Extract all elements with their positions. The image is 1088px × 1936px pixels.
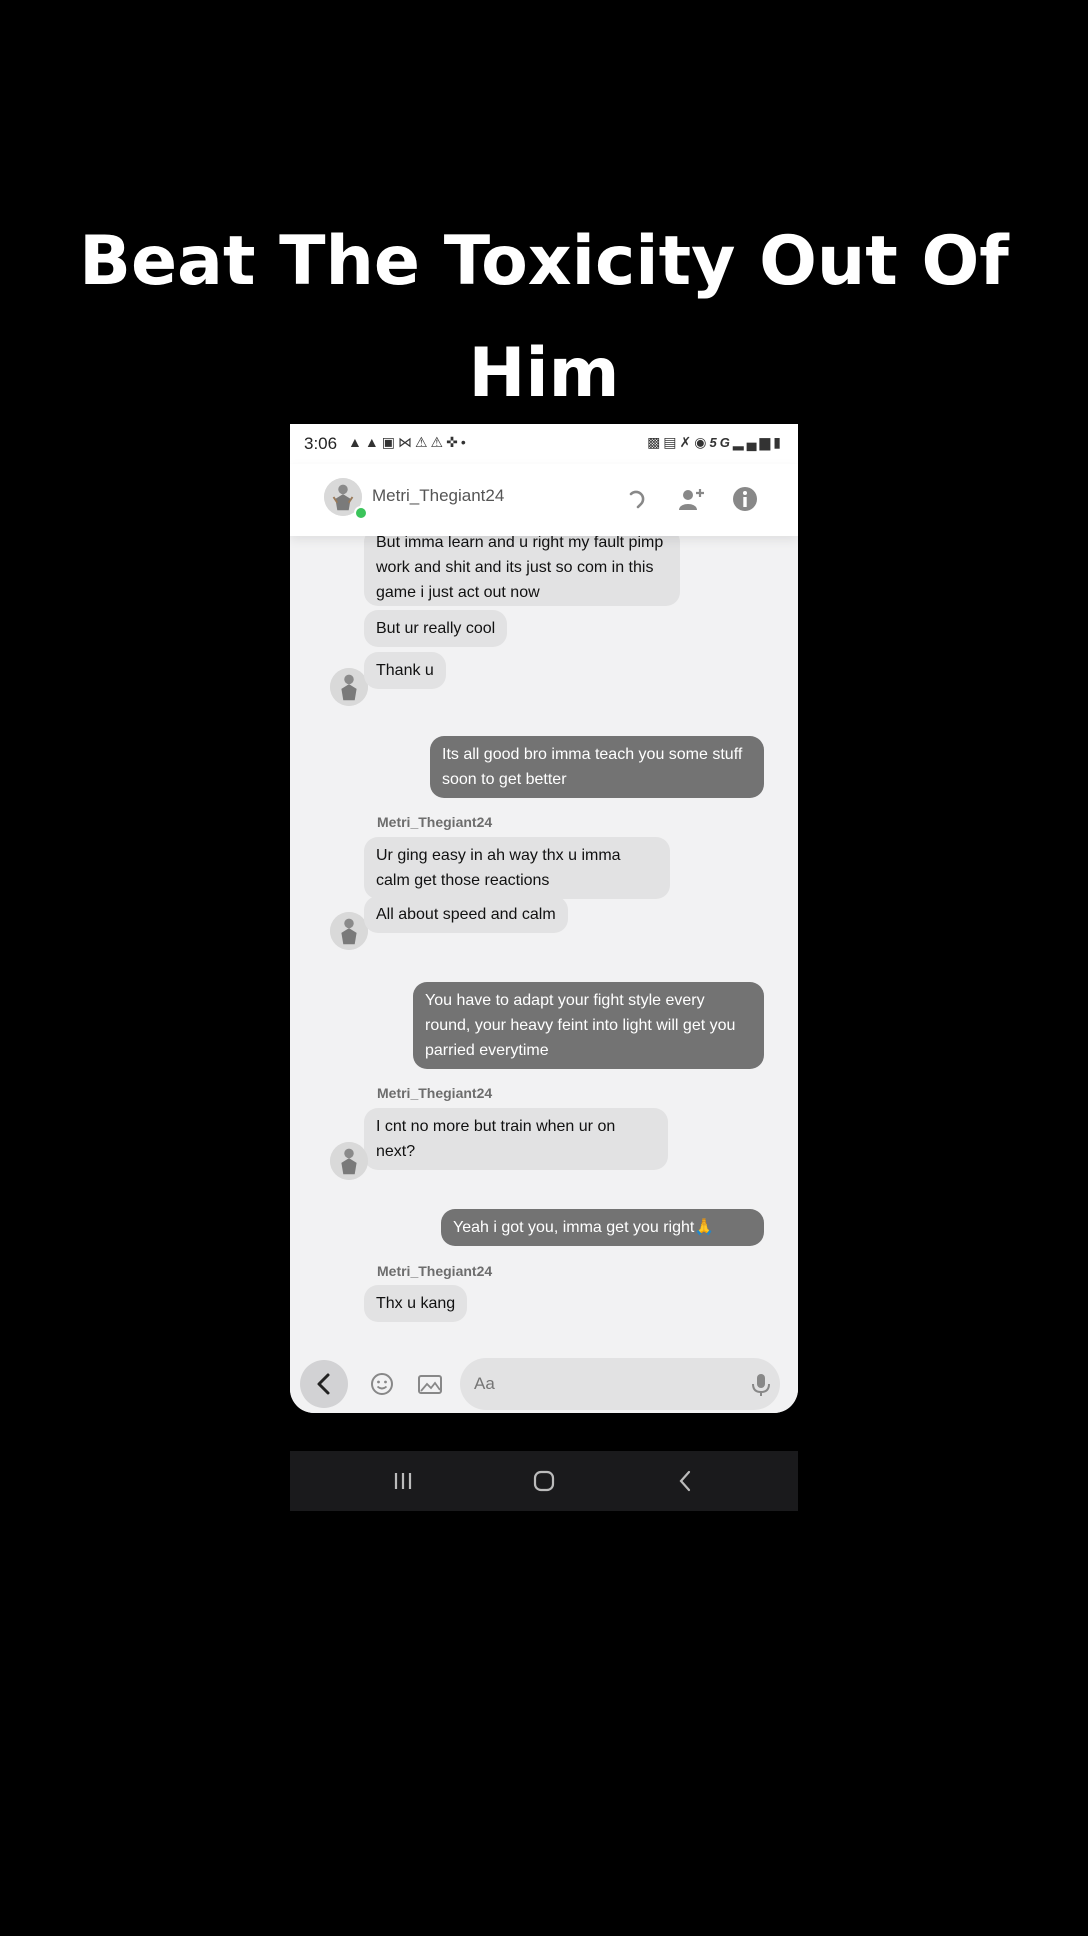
- contact-name[interactable]: Metri_Thegiant24: [372, 486, 504, 506]
- received-message[interactable]: Ur ging easy in ah way thx u imma calm g…: [364, 837, 670, 899]
- nfc-icon: ▤: [663, 434, 680, 450]
- snapchat-icon: ▲: [364, 434, 382, 450]
- received-message[interactable]: I cnt no more but train when ur on next?: [364, 1108, 668, 1170]
- message-input[interactable]: [460, 1358, 780, 1410]
- home-icon: [533, 1470, 555, 1492]
- sender-avatar[interactable]: [330, 668, 368, 706]
- received-message[interactable]: But imma learn and u right my fault pimp…: [364, 536, 680, 606]
- battery-icon: ▮: [773, 434, 784, 450]
- message-list[interactable]: But imma learn and u right my fault pimp…: [290, 536, 798, 1346]
- info-icon[interactable]: [730, 484, 760, 514]
- recent-apps-icon: [394, 1473, 412, 1489]
- received-message[interactable]: But ur really cool: [364, 610, 508, 647]
- received-message[interactable]: All about speed and calm: [364, 896, 568, 933]
- chevron-left-icon: [317, 1373, 330, 1395]
- nav-back-button[interactable]: [668, 1463, 704, 1499]
- snapchat-icon: ▲: [348, 434, 365, 450]
- sent-message[interactable]: You have to adapt your fight style every…: [413, 982, 764, 1069]
- notification-icons: ▲▲▣⋈⚠⚠✜•: [348, 434, 469, 451]
- caption-line-2: Him: [468, 334, 620, 413]
- signal-icon: ▂▄▆: [732, 434, 774, 450]
- mute-icon: ✗: [679, 434, 695, 450]
- received-message[interactable]: Thx u kang: [364, 1285, 468, 1322]
- android-nav-bar: [290, 1451, 798, 1511]
- dot-icon: •: [460, 434, 469, 450]
- status-time: 3:06: [304, 434, 338, 453]
- system-icons: ▩▤✗◉5G▂▄▆▮: [647, 434, 784, 451]
- walking-icon: ✜: [446, 434, 461, 450]
- sender-name: Metri_Thegiant24: [377, 814, 493, 830]
- location-icon: ◉: [694, 434, 710, 450]
- status-bar: 3:06 ▲▲▣⋈⚠⚠✜• ▩▤✗◉5G▂▄▆▮: [290, 424, 798, 464]
- sent-message[interactable]: Yeah i got you, imma get you right🙏: [441, 1209, 764, 1246]
- bowtie-icon: ⋈: [397, 434, 415, 450]
- back-button[interactable]: [300, 1360, 348, 1408]
- warning-icon: ⚠: [414, 434, 431, 450]
- message-composer: [290, 1346, 798, 1413]
- image-icon[interactable]: [416, 1370, 444, 1398]
- sender-avatar[interactable]: [330, 912, 368, 950]
- warning-icon: ⚠: [430, 434, 447, 450]
- chat-header: Metri_Thegiant24: [290, 464, 798, 536]
- received-message[interactable]: Thank u: [364, 652, 446, 689]
- call-icon[interactable]: [622, 484, 652, 514]
- sender-name: Metri_Thegiant24: [377, 1263, 493, 1279]
- battery-saver-icon: ▩: [647, 434, 664, 450]
- sender-avatar[interactable]: [330, 1142, 368, 1180]
- recent-apps-button[interactable]: [385, 1463, 421, 1499]
- phone-screen: 3:06 ▲▲▣⋈⚠⚠✜• ▩▤✗◉5G▂▄▆▮ Metri_Thegiant2…: [290, 424, 798, 1413]
- sender-name: Metri_Thegiant24: [377, 1085, 493, 1101]
- add-user-icon[interactable]: [676, 484, 706, 514]
- back-icon: [679, 1470, 691, 1492]
- online-status-dot: [354, 506, 368, 520]
- emoji-icon[interactable]: [368, 1370, 396, 1398]
- caption-line-1: Beat The Toxicity Out Of: [79, 222, 1009, 301]
- twitch-icon: ▣: [381, 434, 398, 450]
- home-button[interactable]: [526, 1463, 562, 1499]
- microphone-icon[interactable]: [750, 1372, 772, 1398]
- network-type: 5G: [709, 435, 733, 450]
- sent-message[interactable]: Its all good bro imma teach you some stu…: [430, 736, 764, 798]
